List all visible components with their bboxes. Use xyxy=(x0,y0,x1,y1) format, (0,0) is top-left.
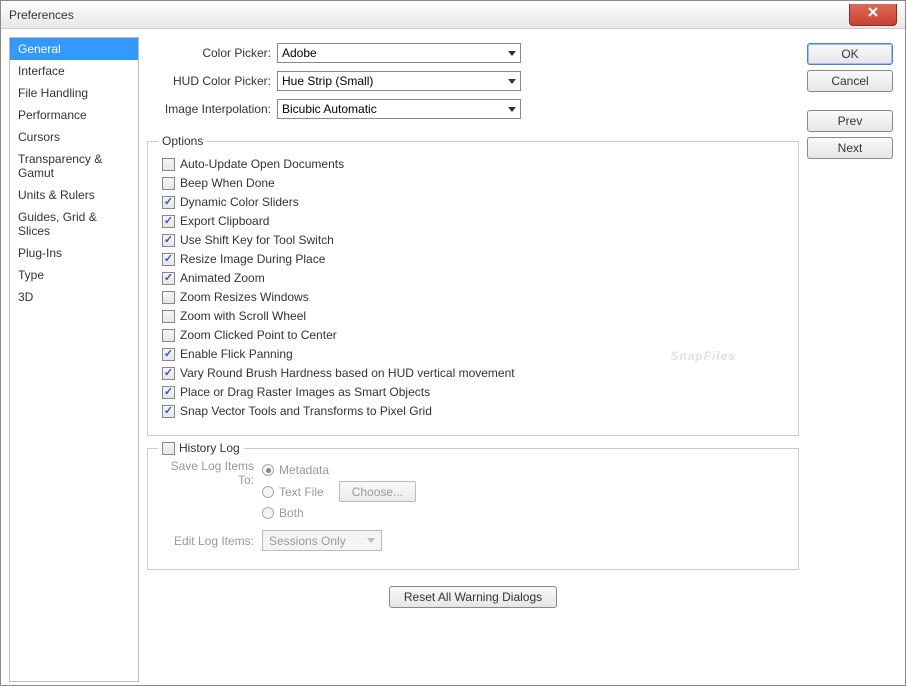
option-label: Enable Flick Panning xyxy=(180,347,293,361)
option-row: Animated Zoom xyxy=(162,271,784,285)
option-row: Resize Image During Place xyxy=(162,252,784,266)
option-label: Beep When Done xyxy=(180,176,275,190)
options-legend: Options xyxy=(158,134,207,148)
hud-picker-label: HUD Color Picker: xyxy=(147,74,277,88)
sidebar-item-guides-grid-slices[interactable]: Guides, Grid & Slices xyxy=(10,206,138,242)
window-title: Preferences xyxy=(1,8,74,22)
close-button[interactable] xyxy=(849,4,897,26)
option-checkbox[interactable] xyxy=(162,158,175,171)
option-row: Export Clipboard xyxy=(162,214,784,228)
both-radio-label: Both xyxy=(279,506,304,520)
color-picker-value: Adobe xyxy=(282,46,317,60)
option-checkbox[interactable] xyxy=(162,253,175,266)
sidebar-item-performance[interactable]: Performance xyxy=(10,104,138,126)
sidebar-item-plug-ins[interactable]: Plug-Ins xyxy=(10,242,138,264)
sidebar-item-type[interactable]: Type xyxy=(10,264,138,286)
dropdown-arrow-icon xyxy=(367,538,375,543)
option-row: Use Shift Key for Tool Switch xyxy=(162,233,784,247)
option-checkbox[interactable] xyxy=(162,234,175,247)
option-row: Zoom with Scroll Wheel xyxy=(162,309,784,323)
option-row: Snap Vector Tools and Transforms to Pixe… xyxy=(162,404,784,418)
option-checkbox[interactable] xyxy=(162,272,175,285)
reset-warnings-button[interactable]: Reset All Warning Dialogs xyxy=(389,586,557,608)
option-row: Auto-Update Open Documents xyxy=(162,157,784,171)
option-row: Dynamic Color Sliders xyxy=(162,195,784,209)
interpolation-label: Image Interpolation: xyxy=(147,102,277,116)
main-panel: Color Picker: Adobe HUD Color Picker: Hu… xyxy=(147,37,799,677)
option-label: Zoom Clicked Point to Center xyxy=(180,328,337,342)
close-icon xyxy=(867,7,879,17)
option-checkbox[interactable] xyxy=(162,386,175,399)
prev-button[interactable]: Prev xyxy=(807,110,893,132)
sidebar-item-3d[interactable]: 3D xyxy=(10,286,138,308)
option-label: Use Shift Key for Tool Switch xyxy=(180,233,334,247)
option-row: Zoom Resizes Windows xyxy=(162,290,784,304)
option-label: Snap Vector Tools and Transforms to Pixe… xyxy=(180,404,432,418)
option-label: Auto-Update Open Documents xyxy=(180,157,344,171)
option-label: Zoom with Scroll Wheel xyxy=(180,309,306,323)
textfile-radio-label: Text File xyxy=(279,485,324,499)
option-checkbox[interactable] xyxy=(162,405,175,418)
option-label: Resize Image During Place xyxy=(180,252,325,266)
sidebar-item-interface[interactable]: Interface xyxy=(10,60,138,82)
option-checkbox[interactable] xyxy=(162,367,175,380)
sidebar-item-transparency-gamut[interactable]: Transparency & Gamut xyxy=(10,148,138,184)
save-log-label: Save Log Items To: xyxy=(162,459,262,524)
sidebar-item-file-handling[interactable]: File Handling xyxy=(10,82,138,104)
option-label: Vary Round Brush Hardness based on HUD v… xyxy=(180,366,515,380)
category-sidebar: GeneralInterfaceFile HandlingPerformance… xyxy=(9,37,139,682)
option-row: Place or Drag Raster Images as Smart Obj… xyxy=(162,385,784,399)
edit-log-select[interactable]: Sessions Only xyxy=(262,530,382,551)
cancel-button[interactable]: Cancel xyxy=(807,70,893,92)
ok-button[interactable]: OK xyxy=(807,43,893,65)
top-fields: Color Picker: Adobe HUD Color Picker: Hu… xyxy=(147,37,799,137)
edit-log-value: Sessions Only xyxy=(269,534,346,548)
metadata-radio[interactable] xyxy=(262,464,274,476)
option-checkbox[interactable] xyxy=(162,348,175,361)
option-label: Place or Drag Raster Images as Smart Obj… xyxy=(180,385,430,399)
option-label: Zoom Resizes Windows xyxy=(180,290,309,304)
option-label: Animated Zoom xyxy=(180,271,265,285)
titlebar: Preferences xyxy=(1,1,905,29)
option-row: Beep When Done xyxy=(162,176,784,190)
color-picker-select[interactable]: Adobe xyxy=(277,43,521,63)
sidebar-item-general[interactable]: General xyxy=(10,38,138,60)
both-radio[interactable] xyxy=(262,507,274,519)
dropdown-arrow-icon xyxy=(508,107,516,112)
option-checkbox[interactable] xyxy=(162,329,175,342)
sidebar-item-units-rulers[interactable]: Units & Rulers xyxy=(10,184,138,206)
choose-button[interactable]: Choose... xyxy=(339,481,416,502)
sidebar-item-cursors[interactable]: Cursors xyxy=(10,126,138,148)
option-checkbox[interactable] xyxy=(162,177,175,190)
option-row: Vary Round Brush Hardness based on HUD v… xyxy=(162,366,784,380)
option-checkbox[interactable] xyxy=(162,215,175,228)
hud-picker-value: Hue Strip (Small) xyxy=(282,74,373,88)
hud-picker-select[interactable]: Hue Strip (Small) xyxy=(277,71,521,91)
history-log-legend: History Log xyxy=(179,441,240,455)
option-row: Zoom Clicked Point to Center xyxy=(162,328,784,342)
option-label: Dynamic Color Sliders xyxy=(180,195,299,209)
option-checkbox[interactable] xyxy=(162,196,175,209)
next-button[interactable]: Next xyxy=(807,137,893,159)
option-checkbox[interactable] xyxy=(162,310,175,323)
history-log-checkbox[interactable] xyxy=(162,442,175,455)
textfile-radio[interactable] xyxy=(262,486,274,498)
option-row: Enable Flick Panning xyxy=(162,347,784,361)
dropdown-arrow-icon xyxy=(508,79,516,84)
history-log-fieldset: History Log Save Log Items To: Metadata … xyxy=(147,448,799,570)
metadata-radio-label: Metadata xyxy=(279,463,329,477)
interpolation-value: Bicubic Automatic xyxy=(282,102,377,116)
interpolation-select[interactable]: Bicubic Automatic xyxy=(277,99,521,119)
action-buttons: OK Cancel Prev Next xyxy=(807,37,897,677)
dropdown-arrow-icon xyxy=(508,51,516,56)
option-checkbox[interactable] xyxy=(162,291,175,304)
color-picker-label: Color Picker: xyxy=(147,46,277,60)
option-label: Export Clipboard xyxy=(180,214,269,228)
edit-log-label: Edit Log Items: xyxy=(162,534,262,548)
content-area: GeneralInterfaceFile HandlingPerformance… xyxy=(1,29,905,685)
options-fieldset: Options Auto-Update Open DocumentsBeep W… xyxy=(147,141,799,436)
